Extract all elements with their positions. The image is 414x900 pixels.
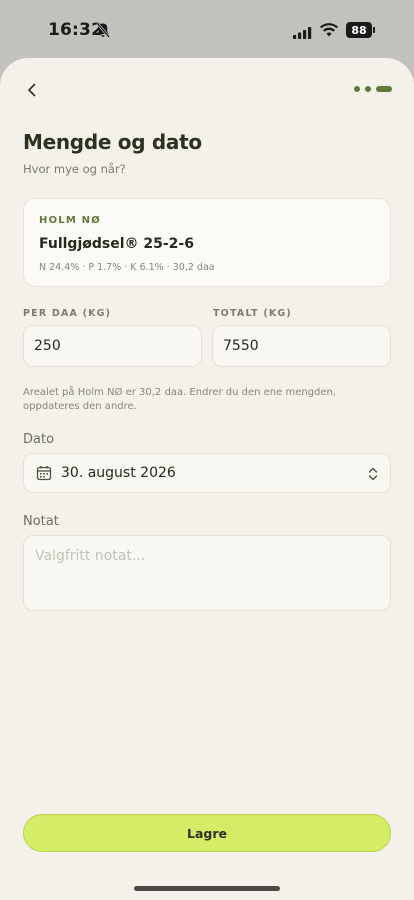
product-card: HOLM NØ Fullgjødsel® 25-2-6 N 24.4% · P … [23,198,391,287]
page-subtitle: Hvor mye og når? [23,162,126,176]
home-indicator[interactable] [134,886,280,891]
step-dot [354,86,360,92]
calendar-icon [36,465,52,485]
date-label: Dato [23,432,55,447]
battery-icon: 88 [346,22,376,38]
step-progress [354,86,392,92]
step-current [376,86,392,92]
battery-level: 88 [346,22,372,38]
step-dot [365,86,371,92]
status-time: 16:32 [48,20,104,40]
note-placeholder: Valgfritt notat... [35,548,146,564]
total-label: TOTALT (KG) [213,308,292,319]
save-button[interactable]: Lagre [23,814,391,852]
signal-icon [293,24,312,43]
status-bar: 16:32 88 [0,0,414,60]
field-name: HOLM NØ [39,215,101,226]
page-title: Mengde og dato [23,130,202,154]
note-textarea[interactable]: Valgfritt notat... [23,535,391,611]
back-chevron-icon[interactable] [22,80,42,100]
product-name: Fullgjødsel® 25-2-6 [39,236,194,252]
per-daa-input[interactable]: 250 [23,325,202,367]
date-value: 30. august 2026 [61,465,176,481]
date-picker[interactable]: 30. august 2026 [23,453,391,493]
bell-off-icon [96,22,110,42]
product-meta: N 24.4% · P 1.7% · K 6.1% · 30,2 daa [39,262,215,273]
area-hint: Arealet på Holm NØ er 30,2 daa. Endrer d… [23,387,337,412]
total-input[interactable]: 7550 [212,325,391,367]
per-daa-label: PER DAA (KG) [23,308,112,319]
updown-chevron-icon [367,466,379,486]
sheet: Mengde og dato Hvor mye og når? HOLM NØ … [0,58,414,900]
note-label: Notat [23,514,59,529]
wifi-icon [320,22,338,41]
